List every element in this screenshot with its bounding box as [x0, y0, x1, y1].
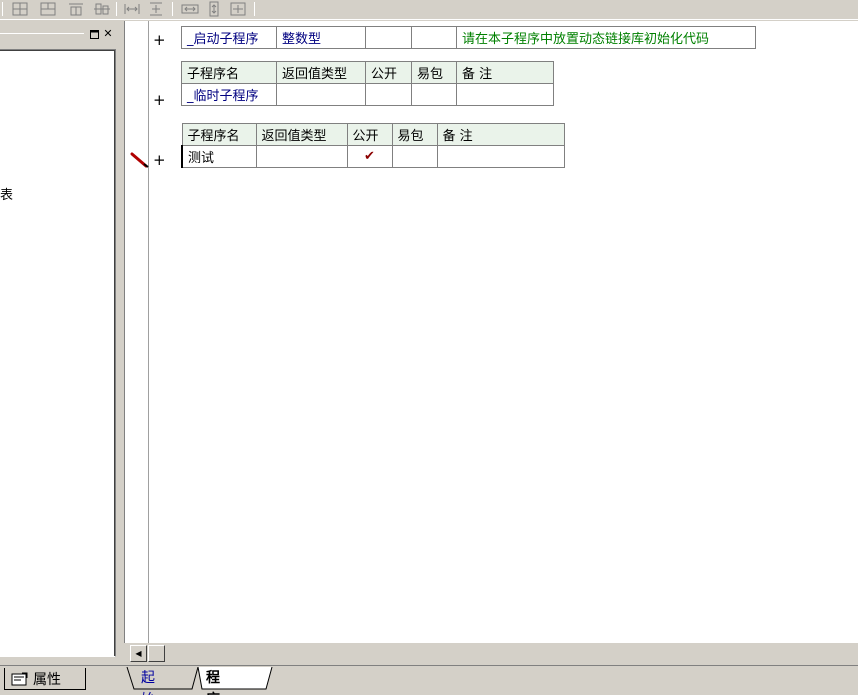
table-header-row: 子程序名 返回值类型 公开 易包 备 注	[181, 61, 554, 84]
toolbar	[0, 0, 858, 20]
expand-plus-icon[interactable]: +	[153, 152, 166, 168]
property-icon	[11, 672, 28, 685]
align-middle-icon[interactable]	[92, 1, 112, 17]
left-panel-titlebar: ✕	[0, 26, 118, 42]
editor-gutter	[125, 21, 149, 643]
easy-pack-cell[interactable]	[411, 26, 457, 49]
note-cell[interactable]	[436, 145, 565, 168]
tab-program-set[interactable]: 程序集1	[206, 667, 220, 695]
scroll-thumb[interactable]	[148, 645, 165, 662]
close-icon[interactable]: ✕	[102, 28, 114, 40]
header-note: 备 注	[456, 61, 554, 84]
restore-icon[interactable]	[88, 28, 100, 40]
table-row: 测试 ✔	[181, 145, 565, 168]
scroll-left-arrow-icon[interactable]: ◀	[130, 645, 147, 662]
header-public: 公开	[346, 123, 393, 146]
tab-start-page[interactable]: 起始页	[141, 667, 155, 695]
same-width-icon[interactable]	[180, 1, 200, 17]
header-note: 备 注	[436, 123, 565, 146]
space-vertical-icon[interactable]	[146, 1, 166, 17]
left-panel-content: 表	[0, 49, 116, 657]
property-tab[interactable]: 属性	[4, 668, 86, 690]
toolbar-separator	[254, 2, 255, 16]
code-editor[interactable]: + _启动子程序 整数型 请在本子程序中放置动态链接库初始化代码 子程序名 返回…	[124, 21, 858, 643]
public-cell[interactable]	[365, 26, 412, 49]
easy-pack-cell[interactable]	[391, 145, 438, 168]
public-cell[interactable]	[365, 83, 412, 106]
expand-plus-icon[interactable]: +	[153, 92, 166, 108]
toolbar-separator	[2, 2, 3, 16]
table-row: _启动子程序 整数型 请在本子程序中放置动态链接库初始化代码	[181, 26, 756, 49]
same-height-icon[interactable]	[204, 1, 224, 17]
table-header-row: 子程序名 返回值类型 公开 易包 备 注	[181, 123, 565, 146]
left-panel: ✕ 表	[0, 21, 120, 665]
return-type-cell[interactable]: 整数型	[276, 26, 366, 49]
note-cell[interactable]	[456, 83, 554, 106]
header-name: 子程序名	[181, 61, 277, 84]
horizontal-scrollbar[interactable]: ◀	[130, 645, 858, 663]
tree-item-partial[interactable]: 表	[0, 184, 13, 203]
subroutine-table: _启动子程序 整数型 请在本子程序中放置动态链接库初始化代码	[181, 26, 756, 49]
same-size-icon[interactable]	[228, 1, 248, 17]
header-return-type: 返回值类型	[276, 61, 366, 84]
header-public: 公开	[365, 61, 412, 84]
header-return-type: 返回值类型	[255, 123, 348, 146]
align-top-icon[interactable]	[66, 1, 86, 17]
bottom-tab-bar: 属性 起始页 程序集1	[0, 665, 858, 695]
toolbar-separator	[116, 2, 117, 16]
table-row: _临时子程序	[181, 83, 554, 106]
header-easy-pack: 易包	[411, 61, 457, 84]
space-horizontal-icon[interactable]	[122, 1, 142, 17]
titlebar-grip	[0, 33, 84, 34]
subroutine-name-cell[interactable]: _启动子程序	[181, 26, 277, 49]
subroutine-table: 子程序名 返回值类型 公开 易包 备 注 _临时子程序	[181, 61, 554, 106]
easy-pack-cell[interactable]	[411, 83, 457, 106]
return-type-cell[interactable]	[276, 83, 366, 106]
note-cell[interactable]: 请在本子程序中放置动态链接库初始化代码	[456, 26, 756, 49]
header-name: 子程序名	[181, 123, 257, 146]
subroutine-name-cell[interactable]: 测试	[181, 145, 257, 168]
subroutine-name-cell[interactable]: _临时子程序	[181, 83, 277, 106]
property-tab-label: 属性	[33, 671, 61, 688]
edit-pencil-icon	[130, 152, 149, 168]
expand-plus-icon[interactable]: +	[153, 32, 166, 48]
return-type-cell[interactable]	[255, 145, 348, 168]
header-easy-pack: 易包	[391, 123, 438, 146]
toolbar-separator	[172, 2, 173, 16]
public-checkmark-icon[interactable]: ✔	[346, 145, 393, 168]
subroutine-table: 子程序名 返回值类型 公开 易包 备 注 测试 ✔	[181, 123, 565, 168]
align-left-icon[interactable]	[10, 1, 30, 17]
align-center-icon[interactable]	[38, 1, 58, 17]
